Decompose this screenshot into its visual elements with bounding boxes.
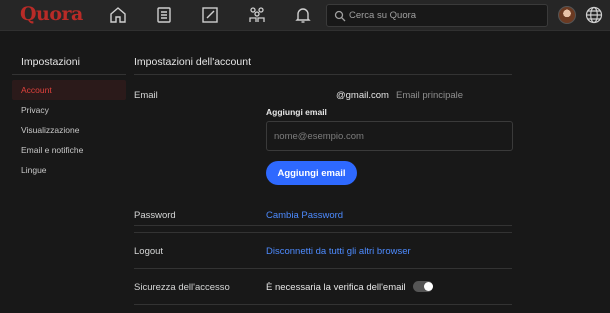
settings-sidebar: Impostazioni Account Privacy Visualizzaz…	[12, 56, 126, 180]
spaces-icon[interactable]	[247, 5, 267, 25]
email-label: Email	[134, 90, 158, 101]
sidebar-item-languages[interactable]: Lingue	[12, 160, 126, 180]
email-verification-toggle[interactable]	[413, 281, 433, 292]
sidebar-item-account[interactable]: Account	[12, 80, 126, 100]
add-email-button[interactable]: Aggiungi email	[266, 161, 357, 185]
sidebar-item-display[interactable]: Visualizzazione	[12, 120, 126, 140]
notifications-icon[interactable]	[293, 5, 313, 25]
search-input[interactable]	[349, 5, 544, 26]
change-password-link[interactable]: Cambia Password	[266, 210, 343, 221]
logout-row: Logout Disconnetti da tutti gli altri br…	[134, 233, 512, 269]
search-icon	[334, 10, 346, 22]
top-navigation-bar: Quora	[0, 0, 610, 31]
page-title: Impostazioni dell'account	[134, 56, 512, 75]
write-icon[interactable]	[200, 5, 220, 25]
email-address: @gmail.com	[336, 90, 389, 101]
password-label: Password	[134, 210, 176, 221]
sidebar-item-privacy[interactable]: Privacy	[12, 100, 126, 120]
search-bar[interactable]	[326, 4, 548, 27]
email-verification-text: È necessaria la verifica dell'email	[266, 282, 406, 293]
sidebar-title: Impostazioni	[12, 56, 126, 75]
add-email-heading: Aggiungi email	[266, 107, 327, 117]
home-icon[interactable]	[108, 5, 128, 25]
toggle-knob	[424, 282, 433, 291]
account-settings-panel: Impostazioni dell'account Email @gmail.c…	[134, 56, 513, 305]
logout-label: Logout	[134, 246, 164, 257]
primary-email-badge: Email principale	[396, 90, 464, 101]
quora-logo[interactable]: Quora	[20, 3, 83, 25]
login-security-label: Sicurezza dell'accesso	[134, 282, 230, 293]
answer-icon[interactable]	[154, 5, 174, 25]
new-email-input[interactable]	[266, 121, 513, 151]
avatar[interactable]	[558, 6, 576, 24]
sidebar-item-email-notifications[interactable]: Email e notifiche	[12, 140, 126, 160]
globe-icon[interactable]	[585, 6, 603, 24]
password-row: Password Cambia Password	[134, 197, 512, 233]
logout-other-browsers-link[interactable]: Disconnetti da tutti gli altri browser	[266, 246, 411, 257]
login-security-row: Sicurezza dell'accesso È necessaria la v…	[134, 269, 512, 305]
